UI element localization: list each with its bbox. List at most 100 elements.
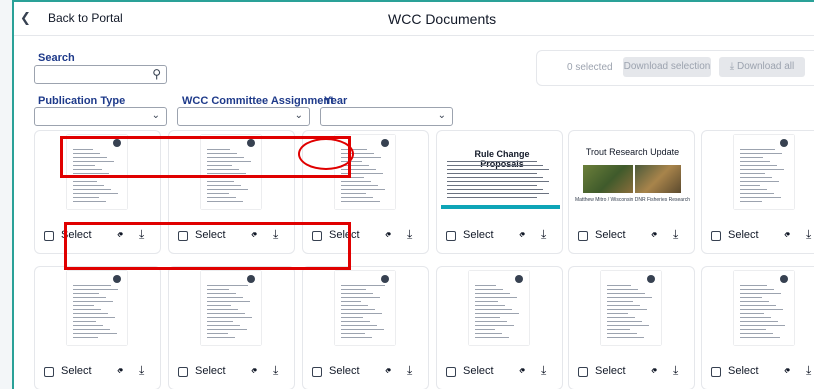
card-footer: Select ‹• ⤓ xyxy=(303,349,428,389)
share-icon[interactable]: ‹• xyxy=(385,363,391,377)
text-line xyxy=(447,185,537,186)
document-page-preview xyxy=(201,271,261,345)
share-icon[interactable]: ‹• xyxy=(651,363,657,377)
thumbnail-footer-band xyxy=(441,205,560,209)
select-checkbox[interactable] xyxy=(446,231,456,241)
text-line xyxy=(447,181,549,182)
select-checkbox[interactable] xyxy=(178,367,188,377)
text-line xyxy=(740,333,773,334)
text-line xyxy=(740,285,767,286)
document-thumbnail[interactable] xyxy=(303,267,428,349)
text-line xyxy=(740,181,779,182)
text-line xyxy=(73,337,98,338)
document-card[interactable]: Select ‹• ⤓ xyxy=(34,266,161,389)
seal-icon xyxy=(780,275,788,283)
download-icon[interactable]: ⤓ xyxy=(673,363,678,378)
select-label[interactable]: Select xyxy=(728,365,759,377)
download-icon[interactable]: ⤓ xyxy=(273,363,278,378)
text-line xyxy=(341,181,371,182)
download-icon[interactable]: ⤓ xyxy=(541,363,546,378)
download-icon[interactable]: ⤓ xyxy=(139,363,144,378)
text-line xyxy=(607,285,631,286)
text-line xyxy=(475,325,514,326)
text-line xyxy=(740,149,775,150)
download-icon[interactable]: ⤓ xyxy=(541,227,546,242)
document-thumbnail[interactable] xyxy=(437,267,562,349)
annotation-box-actions xyxy=(64,222,351,270)
download-icon[interactable]: ⤓ xyxy=(806,227,811,242)
select-checkbox[interactable] xyxy=(312,367,322,377)
select-checkbox[interactable] xyxy=(711,367,721,377)
search-icon[interactable]: ⚲ xyxy=(152,67,161,81)
document-card[interactable]: Select ‹• ⤓ xyxy=(568,266,695,389)
select-label[interactable]: Select xyxy=(728,229,759,241)
text-line xyxy=(740,161,770,162)
select-checkbox[interactable] xyxy=(578,231,588,241)
download-icon[interactable]: ⤓ xyxy=(407,227,412,242)
back-to-portal-link[interactable]: Back to Portal xyxy=(48,11,123,25)
select-checkbox[interactable] xyxy=(711,231,721,241)
text-line xyxy=(207,337,235,338)
select-label[interactable]: Select xyxy=(595,365,626,377)
text-line xyxy=(740,153,782,154)
committee-assignment-select[interactable]: ⌄ xyxy=(177,107,310,126)
select-checkbox[interactable] xyxy=(446,367,456,377)
share-icon[interactable]: ‹• xyxy=(385,227,391,241)
text-line xyxy=(740,165,777,166)
select-label[interactable]: Select xyxy=(595,229,626,241)
document-thumbnail[interactable] xyxy=(702,131,814,213)
download-icon[interactable]: ⤓ xyxy=(407,363,412,378)
select-label[interactable]: Select xyxy=(61,365,92,377)
document-thumbnail[interactable]: Rule Change Proposals xyxy=(437,131,562,213)
publication-type-select[interactable]: ⌄ xyxy=(34,107,167,126)
select-label[interactable]: Select xyxy=(329,365,360,377)
text-line xyxy=(207,189,248,190)
download-icon[interactable]: ⤓ xyxy=(806,363,811,378)
document-thumbnail[interactable]: Trout Research Update Matthew Mitro / Wis… xyxy=(569,131,694,213)
select-label[interactable]: Select xyxy=(463,365,494,377)
share-icon[interactable]: ‹• xyxy=(651,227,657,241)
document-card[interactable]: Select ‹• ⤓ xyxy=(436,266,563,389)
select-checkbox[interactable] xyxy=(44,231,54,241)
select-label[interactable]: Select xyxy=(463,229,494,241)
download-all-label: Download all xyxy=(736,61,795,72)
document-card[interactable]: Select ‹• ⤓ xyxy=(701,266,814,389)
document-card[interactable]: Select ‹• ⤓ xyxy=(302,266,429,389)
share-icon[interactable]: ‹• xyxy=(519,363,525,377)
document-thumbnail[interactable] xyxy=(35,267,160,349)
select-label[interactable]: Select xyxy=(195,365,226,377)
text-line xyxy=(207,197,236,198)
seal-icon xyxy=(381,139,389,147)
document-card[interactable]: Trout Research Update Matthew Mitro / Wis… xyxy=(568,130,695,254)
thumbnail-subtitle: Matthew Mitro / Wisconsin DNR Fisheries … xyxy=(574,197,691,203)
document-thumbnail[interactable] xyxy=(702,267,814,349)
chevron-left-icon[interactable]: ❮ xyxy=(20,9,34,27)
text-line xyxy=(207,305,231,306)
document-card[interactable]: Select ‹• ⤓ xyxy=(168,266,295,389)
text-line xyxy=(73,289,118,290)
document-page-preview xyxy=(469,271,529,345)
share-icon[interactable]: ‹• xyxy=(251,363,257,377)
document-card[interactable]: Select ‹• ⤓ xyxy=(701,130,814,254)
year-select[interactable]: ⌄ xyxy=(320,107,453,126)
text-line xyxy=(207,325,240,326)
share-icon[interactable]: ‹• xyxy=(519,227,525,241)
select-checkbox[interactable] xyxy=(578,367,588,377)
share-icon[interactable]: ‹• xyxy=(784,363,790,377)
text-line xyxy=(341,197,373,198)
share-icon[interactable]: ‹• xyxy=(117,363,123,377)
download-selection-button[interactable]: Download selection xyxy=(623,57,711,77)
document-card[interactable]: Rule Change Proposals Select ‹• ⤓ xyxy=(436,130,563,254)
download-all-button[interactable]: ⤓ Download all xyxy=(719,57,805,77)
download-icon[interactable]: ⤓ xyxy=(673,227,678,242)
document-thumbnail[interactable] xyxy=(169,267,294,349)
select-checkbox[interactable] xyxy=(44,367,54,377)
text-line xyxy=(475,333,502,334)
text-line xyxy=(740,329,766,330)
search-input[interactable]: ⚲ xyxy=(34,65,167,84)
text-line xyxy=(73,313,108,314)
text-line xyxy=(207,297,243,298)
text-line xyxy=(341,329,384,330)
share-icon[interactable]: ‹• xyxy=(784,227,790,241)
document-thumbnail[interactable] xyxy=(569,267,694,349)
